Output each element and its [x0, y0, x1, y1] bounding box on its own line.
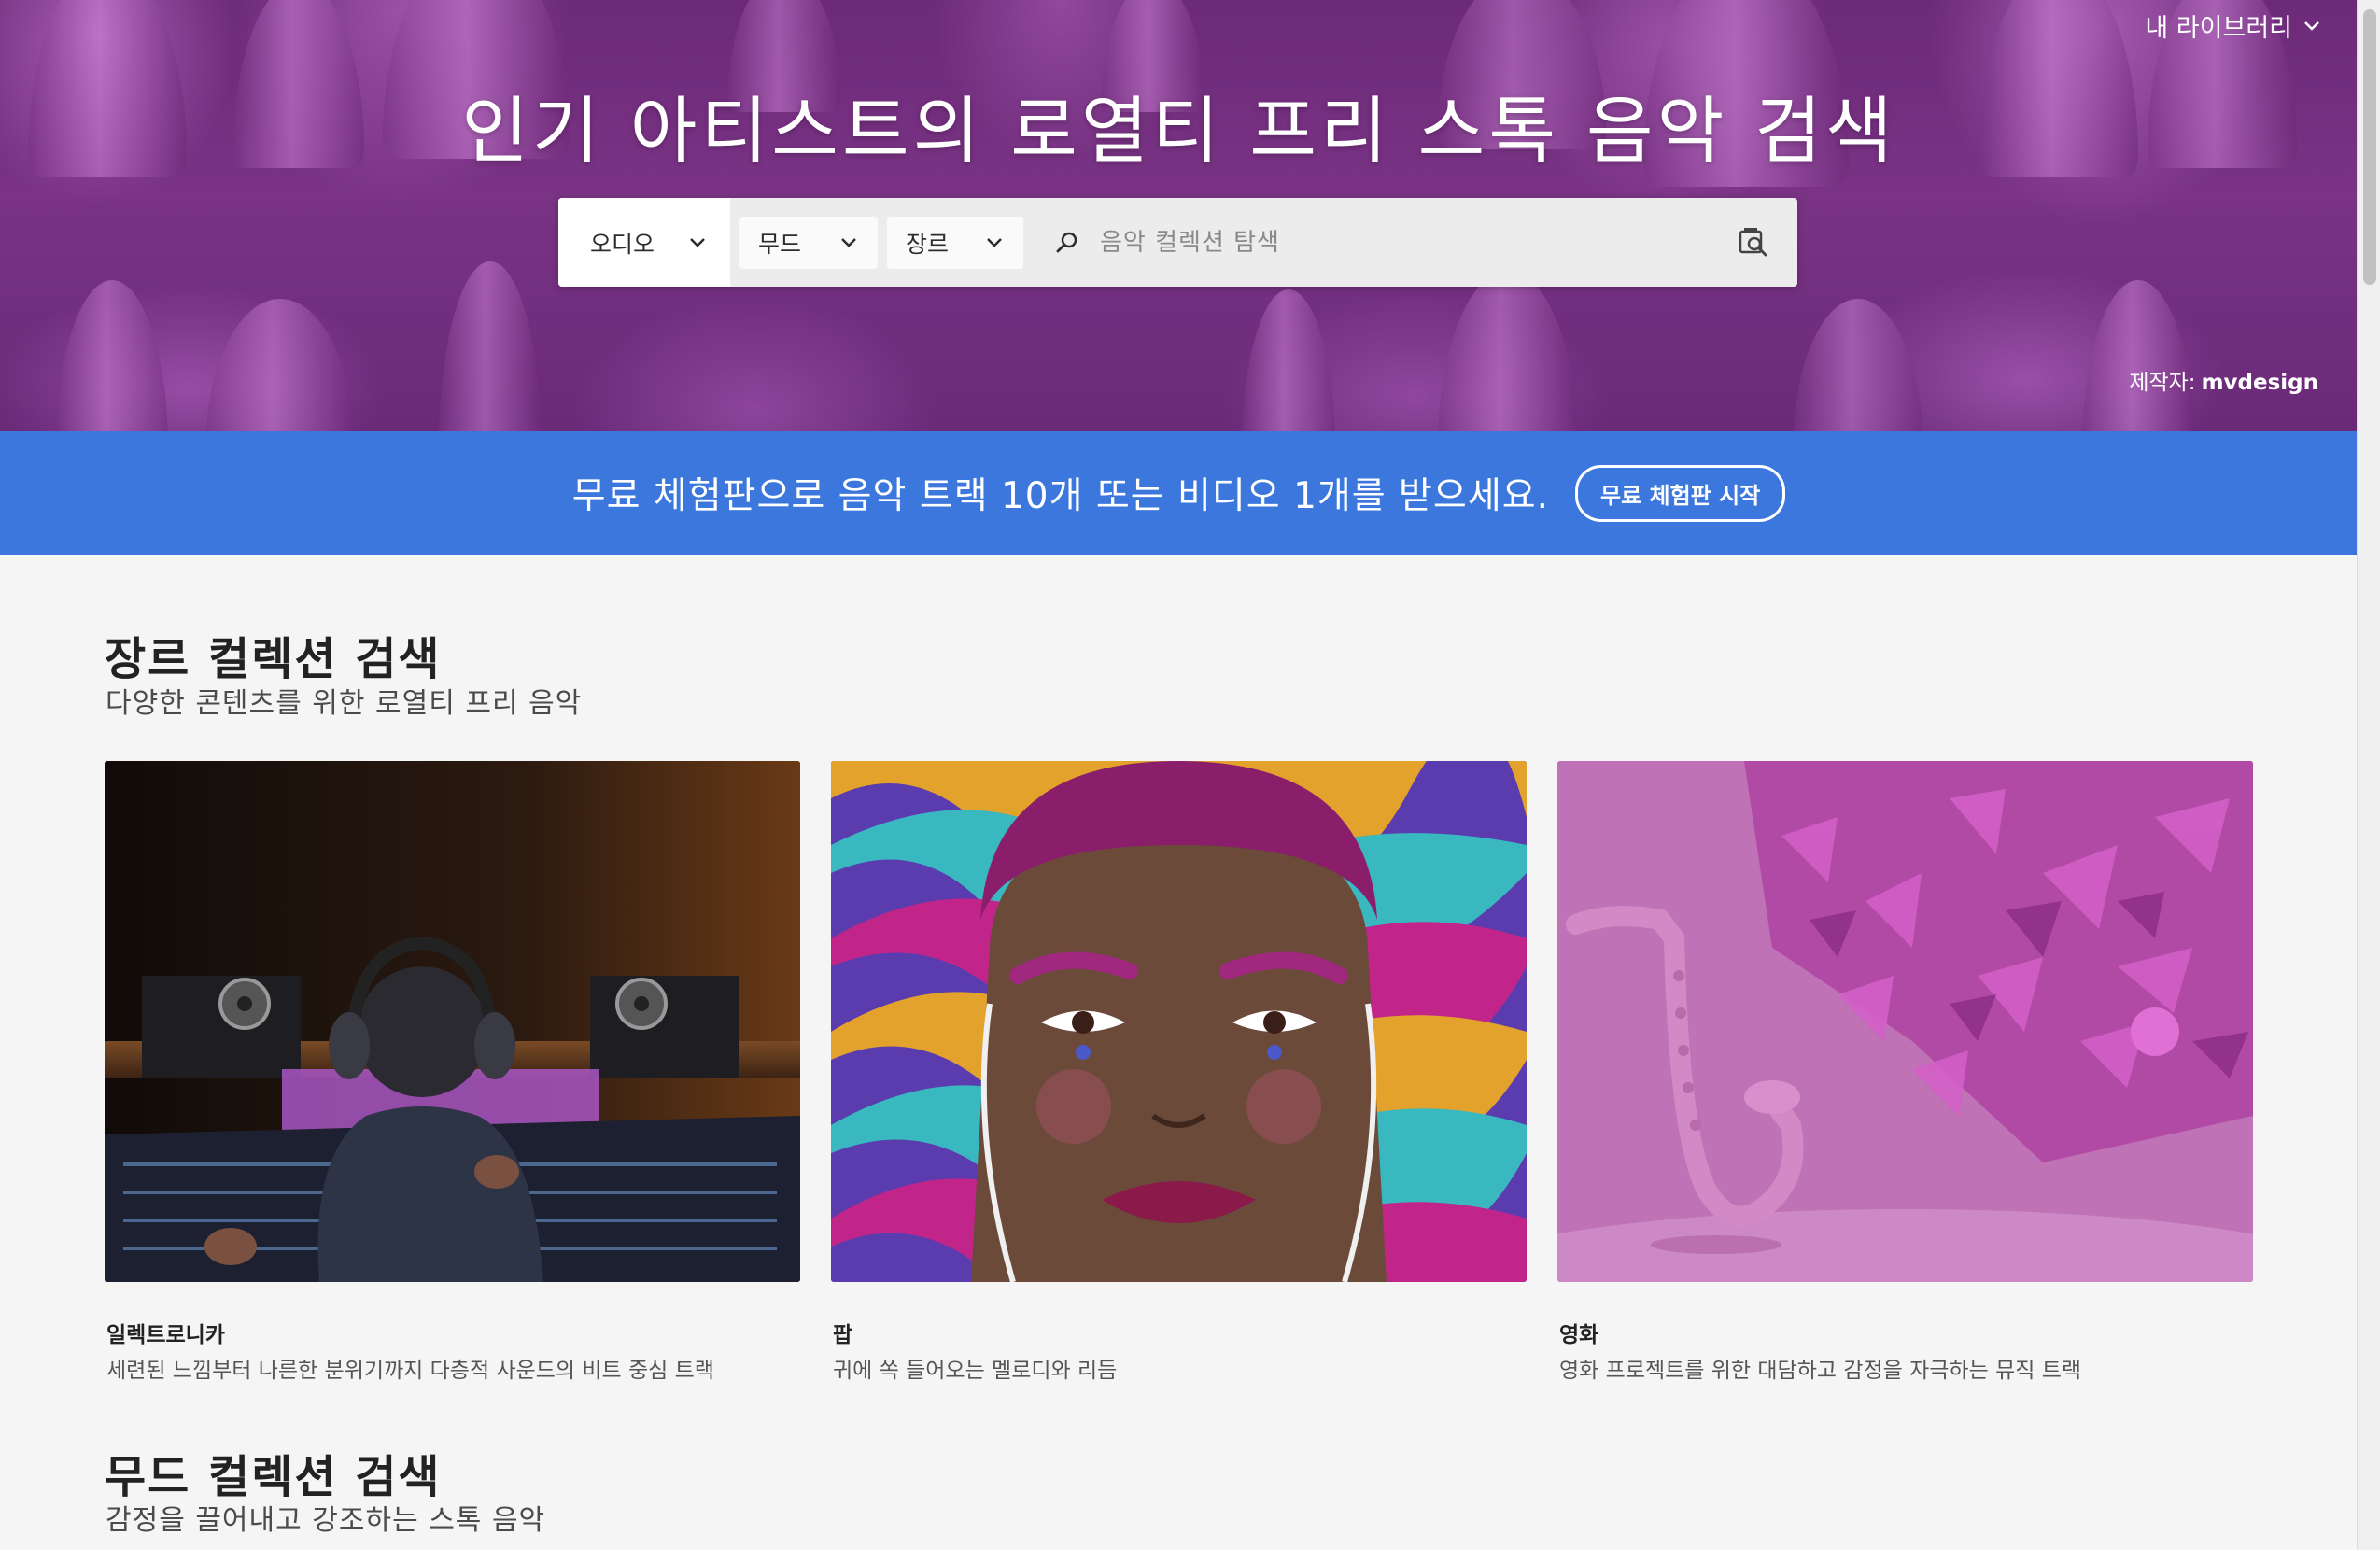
my-library-menu[interactable]: 내 라이브러리	[2145, 7, 2320, 44]
card-title: 영화	[1559, 1323, 1599, 1347]
page-title: 인기 아티스트의 로열티 프리 스톡 음악 검색	[461, 90, 1896, 174]
mood-section-title: 무드 컬렉션 검색	[105, 1451, 442, 1503]
scrollbar-thumb[interactable]	[2363, 9, 2376, 285]
genre-section-title: 장르 컬렉션 검색	[105, 633, 442, 685]
my-library-label: 내 라이브러리	[2145, 14, 2292, 43]
genre-card-film[interactable]: 영화 영화 프로젝트를 위한 대담하고 감정을 자극하는 뮤직 트랙	[1557, 761, 2253, 1383]
hero-shape	[205, 299, 355, 431]
card-description: 세련된 느낌부터 나른한 분위기까지 다층적 사운드의 비트 중심 트랙	[106, 1359, 714, 1383]
asset-type-dropdown[interactable]: 오디오	[558, 198, 730, 287]
mood-label: 무드	[758, 230, 802, 258]
studio-illustration	[105, 761, 800, 1282]
hero-banner: 내 라이브러리 인기 아티스트의 로열티 프리 스톡 음악 검색 오디오 무드 …	[0, 0, 2358, 431]
genre-card-pop[interactable]: 팝 귀에 쏙 들어오는 멜로디와 리듬	[831, 761, 1527, 1383]
pop-portrait-illustration	[831, 761, 1527, 1282]
genre-section-subtitle: 다양한 콘텐츠를 위한 로열티 프리 음악	[106, 687, 583, 720]
hero-shape	[1242, 289, 1335, 431]
credit-author[interactable]: mvdesign	[2202, 371, 2318, 395]
chevron-down-icon	[987, 237, 1002, 247]
genre-label: 장르	[906, 230, 950, 258]
visual-search-icon[interactable]	[1738, 226, 1769, 258]
card-image	[831, 761, 1527, 1282]
hero-shape	[439, 261, 542, 431]
search-icon	[1056, 232, 1077, 252]
hero-shape	[2082, 280, 2194, 431]
mood-dropdown[interactable]: 무드	[739, 216, 878, 269]
card-description: 영화 프로젝트를 위한 대담하고 감정을 자극하는 뮤직 트랙	[1559, 1359, 2082, 1383]
hero-shape	[1438, 271, 1578, 431]
credit-prefix: 제작자:	[2129, 371, 2196, 395]
card-title: 일렉트로니카	[106, 1323, 225, 1347]
card-title: 팝	[833, 1323, 853, 1347]
search-input[interactable]	[1098, 227, 1718, 258]
hero-shape	[1793, 299, 1923, 431]
hero-shape	[56, 280, 168, 431]
saxophone-illustration	[1557, 761, 2253, 1282]
asset-type-label: 오디오	[590, 230, 655, 258]
image-credit: 제작자: mvdesign	[2129, 364, 2318, 396]
genre-dropdown[interactable]: 장르	[887, 216, 1023, 269]
start-free-trial-button[interactable]: 무료 체험판 시작	[1574, 464, 1786, 522]
chevron-down-icon	[690, 237, 705, 247]
card-description: 귀에 쏙 들어오는 멜로디와 리듬	[833, 1359, 1118, 1383]
mood-section-subtitle: 감정을 끌어내고 강조하는 스톡 음악	[106, 1504, 546, 1537]
page-scrollbar[interactable]	[2357, 0, 2380, 1550]
card-image	[105, 761, 800, 1282]
card-image	[1557, 761, 2253, 1282]
chevron-down-icon	[841, 237, 856, 247]
free-trial-banner: 무료 체험판으로 음악 트랙 10개 또는 비디오 1개를 받으세요. 무료 체…	[0, 431, 2358, 555]
promo-text: 무료 체험판으로 음악 트랙 10개 또는 비디오 1개를 받으세요.	[571, 475, 1549, 517]
search-bar: 오디오 무드 장르	[558, 198, 1797, 287]
chevron-down-icon	[2304, 21, 2319, 31]
genre-card-electronica[interactable]: 일렉트로니카 세련된 느낌부터 나른한 분위기까지 다층적 사운드의 비트 중심…	[105, 761, 800, 1383]
